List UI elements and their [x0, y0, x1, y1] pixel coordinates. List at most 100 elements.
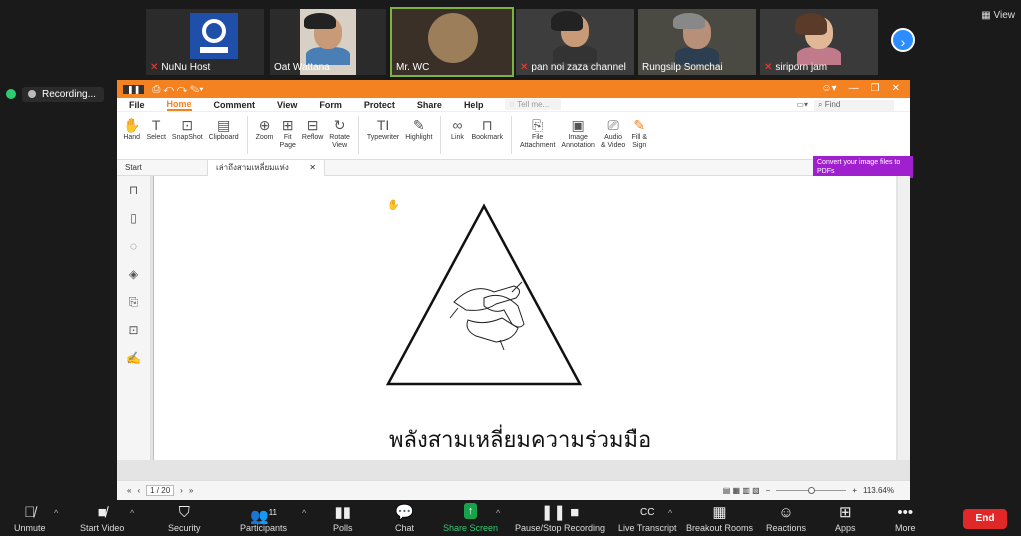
- pages-panel-icon[interactable]: ▯: [117, 204, 150, 232]
- participant-tile-active-speaker[interactable]: Mr. WC: [390, 7, 514, 77]
- find-input[interactable]: ⌕ Find: [814, 100, 894, 111]
- security-panel-icon[interactable]: ⊡: [117, 316, 150, 344]
- participant-tile[interactable]: Rungsilp Somchai: [638, 9, 756, 75]
- attachments-panel-icon[interactable]: ⎘: [117, 288, 150, 316]
- share-screen-button[interactable]: ↑ Share Screen: [443, 503, 498, 533]
- transcript-options-caret[interactable]: ^: [668, 508, 672, 518]
- view-mode-icons[interactable]: ▤ ▦ ▥ ▧: [723, 486, 760, 495]
- audio-video-icon: ⎚: [607, 117, 619, 133]
- highlight-button[interactable]: ✎ Highlight: [403, 116, 434, 142]
- video-off-icon: ■̸: [97, 504, 107, 521]
- chat-button[interactable]: 💬 Chat: [395, 503, 414, 533]
- pause-share-icon[interactable]: ❚❚: [123, 84, 145, 94]
- chevron-right-icon: ›: [900, 34, 906, 50]
- audio-options-caret[interactable]: ^: [54, 508, 58, 518]
- menu-form[interactable]: Form: [319, 100, 342, 110]
- participant-tile[interactable]: ✕ NuNu Host: [146, 9, 264, 75]
- polls-icon: ▮▮: [334, 504, 352, 521]
- participant-tile[interactable]: ✕ pan noi zaza channel: [516, 9, 634, 75]
- reflow-button[interactable]: ⊟ Reflow: [300, 116, 325, 142]
- snapshot-button[interactable]: ⊡ SnapShot: [170, 116, 205, 142]
- bookmark-button[interactable]: ⊓ Bookmark: [469, 116, 505, 142]
- share-options-caret[interactable]: ^: [496, 508, 500, 518]
- image-annotation-icon: ▣: [571, 117, 585, 133]
- minimize-icon[interactable]: —: [849, 83, 859, 94]
- typewriter-button[interactable]: TI Typewriter: [365, 116, 401, 142]
- last-page-icon[interactable]: »: [189, 486, 193, 495]
- end-meeting-button[interactable]: End: [963, 509, 1007, 529]
- pdf-page[interactable]: พลังสามเหลี่ยมความร่วมมือ ✋: [153, 176, 896, 460]
- vertical-scrollbar[interactable]: [898, 176, 910, 460]
- tab-start[interactable]: Start: [117, 160, 207, 176]
- menu-protect[interactable]: Protect: [364, 100, 395, 110]
- reactions-icon: ☺: [778, 504, 794, 521]
- zoom-slider[interactable]: [776, 487, 847, 494]
- layers-panel-icon[interactable]: ◈: [117, 260, 150, 288]
- menu-help[interactable]: Help: [464, 100, 484, 110]
- clipboard-button[interactable]: ▤ Clipboard: [207, 116, 241, 142]
- pause-stop-recording-button[interactable]: ❚❚ ■ Pause/Stop Recording: [515, 503, 605, 533]
- convert-promo-banner[interactable]: Convert your image files to PDFs: [813, 156, 913, 178]
- breakout-rooms-button[interactable]: ▦ Breakout Rooms: [686, 503, 753, 533]
- file-attachment-button[interactable]: ⎘ File Attachment: [518, 116, 557, 150]
- next-page-icon[interactable]: ›: [180, 486, 183, 495]
- apps-button[interactable]: ⊞ Apps: [835, 503, 856, 533]
- restore-icon[interactable]: ❐: [871, 83, 880, 94]
- participant-tile[interactable]: Oat Wattana: [270, 9, 386, 75]
- zoom-level[interactable]: 113.64%: [863, 486, 894, 495]
- recording-indicator: Recording...: [6, 86, 104, 102]
- quick-access-icons[interactable]: ⎙ ↶ ↷ ✎▾: [152, 84, 203, 95]
- security-button[interactable]: ⛉ Security: [168, 503, 201, 533]
- polls-button[interactable]: ▮▮ Polls: [333, 503, 353, 533]
- image-annotation-button[interactable]: ▣ Image Annotation: [559, 116, 596, 150]
- link-button[interactable]: ∞ Link: [447, 116, 467, 142]
- reactions-button[interactable]: ☺ Reactions: [766, 503, 806, 533]
- participant-tile[interactable]: ✕ siriporn jam: [760, 9, 878, 75]
- participant-video: [795, 13, 841, 65]
- tell-me-search[interactable]: ◌ Tell me...: [505, 99, 562, 110]
- prev-page-icon[interactable]: ‹: [137, 486, 140, 495]
- zoom-in-icon[interactable]: +: [852, 486, 857, 495]
- hand-tool-button[interactable]: ✋ Hand: [121, 116, 142, 142]
- search-icon: ⌕: [818, 100, 825, 109]
- start-video-button[interactable]: ■̸ Start Video: [80, 503, 124, 533]
- zoom-out-icon[interactable]: −: [766, 486, 771, 495]
- menu-comment[interactable]: Comment: [214, 100, 256, 110]
- snapshot-icon: ⊡: [181, 117, 194, 133]
- close-tab-icon[interactable]: ✕: [309, 160, 316, 176]
- fill-sign-button[interactable]: ✎ Fill & Sign: [629, 116, 649, 150]
- zoom-button[interactable]: ⊕ Zoom: [254, 116, 276, 142]
- fit-page-button[interactable]: ⊞ Fit Page: [278, 116, 298, 150]
- first-page-icon[interactable]: «: [127, 486, 131, 495]
- menu-share[interactable]: Share: [417, 100, 442, 110]
- bookmark-panel-icon[interactable]: ⊓: [117, 176, 150, 204]
- home-ribbon: ✋ Hand T Select ⊡ SnapShot ▤ Clipboard ⊕ Zoom…: [117, 112, 910, 160]
- rotate-view-button[interactable]: ↻ Rotate View: [327, 116, 352, 150]
- next-participants-button[interactable]: ›: [891, 28, 915, 52]
- navigation-panel: ⊓ ▯ ◌ ◈ ⎘ ⊡ ✍: [117, 176, 151, 460]
- account-icon[interactable]: ☺▾: [821, 83, 836, 94]
- pause-stop-icon: ❚❚ ■: [540, 504, 580, 521]
- file-attachment-icon: ⎘: [532, 117, 544, 133]
- page-view-icon[interactable]: ▭▾: [796, 100, 808, 111]
- hand-cursor-icon: ✋: [387, 200, 400, 211]
- select-tool-button[interactable]: T Select: [144, 116, 167, 142]
- page-indicator[interactable]: 1 / 20: [146, 485, 175, 496]
- audio-video-button[interactable]: ⎚ Audio & Video: [599, 116, 627, 150]
- participants-button[interactable]: 👥11 Participants: [240, 503, 287, 533]
- unmute-button[interactable]: 🎙̸ Unmute: [14, 503, 46, 533]
- view-button[interactable]: ▦ View: [981, 10, 1015, 21]
- muted-mic-icon: ✕: [764, 62, 773, 73]
- comments-panel-icon[interactable]: ◌: [117, 232, 150, 260]
- participants-options-caret[interactable]: ^: [302, 508, 306, 518]
- more-button[interactable]: ••• More: [895, 503, 916, 533]
- lightbulb-icon: ◌: [509, 100, 515, 109]
- menu-file[interactable]: File: [129, 100, 145, 110]
- recording-pill[interactable]: Recording...: [22, 86, 104, 102]
- menu-home[interactable]: Home: [166, 99, 192, 111]
- tab-document[interactable]: เล่าถึงสามเหลี่ยมแห่งความ...✕: [207, 159, 325, 188]
- close-icon[interactable]: ✕: [892, 83, 900, 94]
- signature-panel-icon[interactable]: ✍: [117, 344, 150, 372]
- menu-view[interactable]: View: [277, 100, 297, 110]
- video-options-caret[interactable]: ^: [130, 508, 134, 518]
